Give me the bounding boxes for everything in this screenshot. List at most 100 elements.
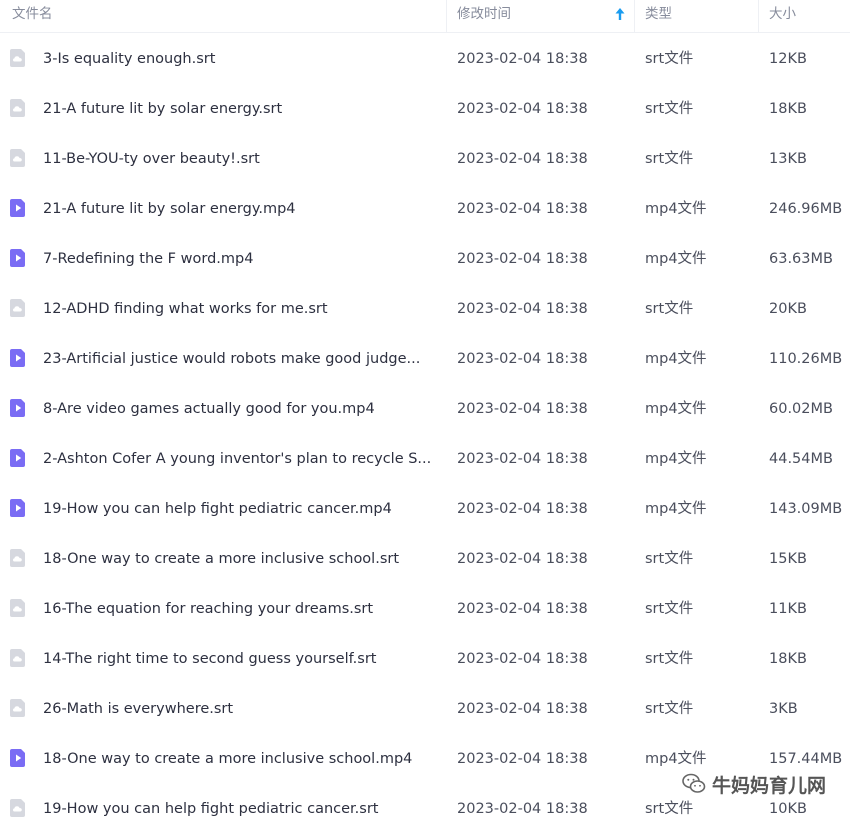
video-file-icon: [8, 398, 28, 418]
watermark-text: 牛妈妈育儿网: [711, 774, 826, 797]
file-type: mp4文件: [645, 501, 707, 517]
file-name[interactable]: 7-Redefining the F word.mp4: [43, 234, 435, 284]
file-modified: 2023-02-04 18:38: [457, 501, 588, 517]
file-size: 13KB: [769, 151, 807, 167]
file-row[interactable]: 11-Be-YOU-ty over beauty!.srt 2023-02-04 …: [0, 134, 850, 184]
subtitle-file-icon: [8, 648, 28, 668]
file-modified: 2023-02-04 18:38: [457, 301, 588, 317]
file-modified: 2023-02-04 18:38: [457, 651, 588, 667]
file-modified: 2023-02-04 18:38: [457, 151, 588, 167]
file-row[interactable]: 16-The equation for reaching your dreams…: [0, 584, 850, 634]
file-modified: 2023-02-04 18:38: [457, 401, 588, 417]
file-row[interactable]: 26-Math is everywhere.srt 2023-02-04 18:3…: [0, 684, 850, 734]
column-header-size[interactable]: 大小: [769, 0, 796, 32]
file-name[interactable]: 23-Artificial justice would robots make …: [43, 334, 435, 384]
file-type: mp4文件: [645, 251, 707, 267]
subtitle-file-icon: [8, 598, 28, 618]
file-type: srt文件: [645, 51, 694, 67]
watermark: 牛妈妈育儿网: [682, 769, 826, 799]
file-name[interactable]: 26-Math is everywhere.srt: [43, 684, 435, 734]
file-row[interactable]: 14-The right time to second guess yourse…: [0, 634, 850, 684]
file-name[interactable]: 19-How you can help fight pediatric canc…: [43, 784, 435, 834]
file-size: 12KB: [769, 51, 807, 67]
file-size: 11KB: [769, 601, 807, 617]
file-modified: 2023-02-04 18:38: [457, 201, 588, 217]
file-row[interactable]: 21-A future lit by solar energy.srt 2023-…: [0, 84, 850, 134]
video-file-icon: [8, 198, 28, 218]
file-type: srt文件: [645, 701, 694, 717]
file-row[interactable]: 7-Redefining the F word.mp4 2023-02-04 18…: [0, 234, 850, 284]
file-name[interactable]: 18-One way to create a more inclusive sc…: [43, 534, 435, 584]
file-modified: 2023-02-04 18:38: [457, 801, 588, 817]
file-row[interactable]: 2-Ashton Cofer A young inventor's plan t…: [0, 434, 850, 484]
video-file-icon: [8, 748, 28, 768]
subtitle-file-icon: [8, 798, 28, 818]
subtitle-file-icon: [8, 48, 28, 68]
file-row[interactable]: 19-How you can help fight pediatric canc…: [0, 484, 850, 534]
file-name[interactable]: 2-Ashton Cofer A young inventor's plan t…: [43, 434, 435, 484]
file-size: 20KB: [769, 301, 807, 317]
file-size: 18KB: [769, 101, 807, 117]
arrow-up-icon[interactable]: [613, 6, 627, 22]
file-type: srt文件: [645, 551, 694, 567]
file-size: 246.96MB: [769, 201, 843, 217]
file-name[interactable]: 21-A future lit by solar energy.srt: [43, 84, 435, 134]
file-size: 18KB: [769, 651, 807, 667]
file-name[interactable]: 8-Are video games actually good for you.…: [43, 384, 435, 434]
file-size: 44.54MB: [769, 451, 833, 467]
column-header-modified[interactable]: 修改时间: [457, 0, 511, 32]
file-name[interactable]: 16-The equation for reaching your dreams…: [43, 584, 435, 634]
file-type: mp4文件: [645, 451, 707, 467]
file-type: mp4文件: [645, 201, 707, 217]
file-type: srt文件: [645, 301, 694, 317]
file-type: srt文件: [645, 151, 694, 167]
file-name[interactable]: 12-ADHD finding what works for me.srt: [43, 284, 435, 334]
subtitle-file-icon: [8, 548, 28, 568]
file-name[interactable]: 18-One way to create a more inclusive sc…: [43, 734, 435, 784]
file-row[interactable]: 8-Are video games actually good for you.…: [0, 384, 850, 434]
subtitle-file-icon: [8, 148, 28, 168]
file-modified: 2023-02-04 18:38: [457, 701, 588, 717]
subtitle-file-icon: [8, 298, 28, 318]
file-list-header: 文件名 修改时间 类型 大小: [0, 0, 850, 33]
file-name[interactable]: 11-Be-YOU-ty over beauty!.srt: [43, 134, 435, 184]
column-header-type[interactable]: 类型: [645, 0, 672, 32]
file-size: 63.63MB: [769, 251, 833, 267]
file-modified: 2023-02-04 18:38: [457, 551, 588, 567]
file-modified: 2023-02-04 18:38: [457, 751, 588, 767]
file-name[interactable]: 21-A future lit by solar energy.mp4: [43, 184, 435, 234]
file-modified: 2023-02-04 18:38: [457, 51, 588, 67]
file-modified: 2023-02-04 18:38: [457, 101, 588, 117]
file-type: srt文件: [645, 601, 694, 617]
video-file-icon: [8, 248, 28, 268]
file-modified: 2023-02-04 18:38: [457, 251, 588, 267]
file-modified: 2023-02-04 18:38: [457, 601, 588, 617]
file-type: srt文件: [645, 651, 694, 667]
file-row[interactable]: 12-ADHD finding what works for me.srt 202…: [0, 284, 850, 334]
file-row[interactable]: 18-One way to create a more inclusive sc…: [0, 534, 850, 584]
file-row[interactable]: 23-Artificial justice would robots make …: [0, 334, 850, 384]
file-modified: 2023-02-04 18:38: [457, 351, 588, 367]
video-file-icon: [8, 348, 28, 368]
file-name[interactable]: 19-How you can help fight pediatric canc…: [43, 484, 435, 534]
file-size: 110.26MB: [769, 351, 843, 367]
file-size: 15KB: [769, 551, 807, 567]
video-file-icon: [8, 448, 28, 468]
file-type: srt文件: [645, 101, 694, 117]
file-list: 3-Is equality enough.srt 2023-02-04 18:38…: [0, 34, 850, 834]
file-size: 3KB: [769, 701, 798, 717]
file-name[interactable]: 3-Is equality enough.srt: [43, 34, 435, 84]
column-header-name[interactable]: 文件名: [12, 0, 53, 32]
wechat-icon: [682, 773, 706, 795]
file-name[interactable]: 14-The right time to second guess yourse…: [43, 634, 435, 684]
file-row[interactable]: 3-Is equality enough.srt 2023-02-04 18:38…: [0, 34, 850, 84]
file-row[interactable]: 21-A future lit by solar energy.mp4 2023-…: [0, 184, 850, 234]
column-divider: [634, 0, 635, 32]
file-type: mp4文件: [645, 351, 707, 367]
subtitle-file-icon: [8, 98, 28, 118]
file-type: mp4文件: [645, 401, 707, 417]
file-modified: 2023-02-04 18:38: [457, 451, 588, 467]
file-size: 60.02MB: [769, 401, 833, 417]
column-divider: [446, 0, 447, 32]
column-divider: [758, 0, 759, 32]
